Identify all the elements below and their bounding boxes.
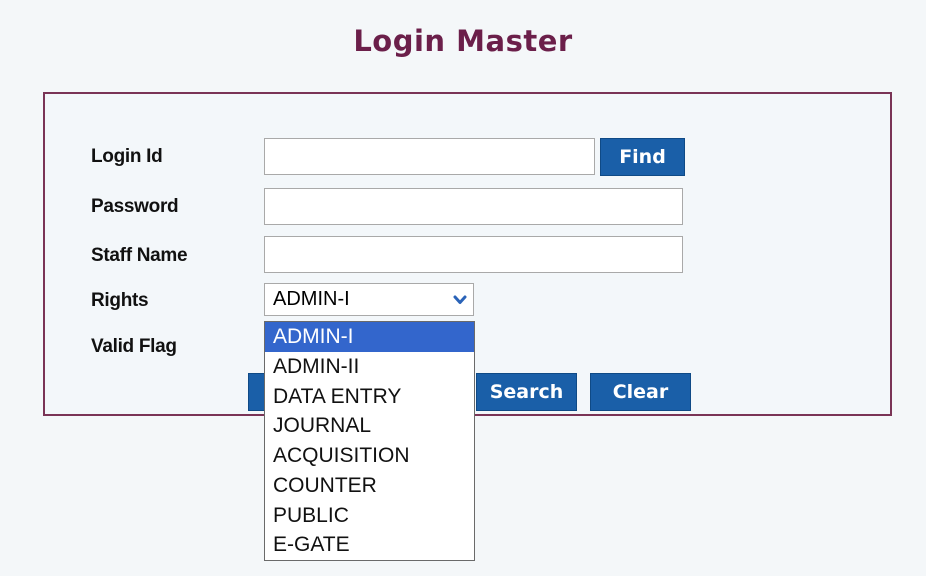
rights-selected-value: ADMIN-I [273,288,350,310]
rights-option-counter[interactable]: COUNTER [265,471,474,501]
password-input[interactable] [264,188,683,225]
rights-dropdown-list: ADMIN-I ADMIN-II DATA ENTRY JOURNAL ACQU… [264,321,475,561]
rights-select[interactable]: ADMIN-I [264,283,474,316]
password-label: Password [91,196,179,217]
rights-label: Rights [91,290,149,311]
login-id-label: Login Id [91,146,163,167]
rights-option-public[interactable]: PUBLIC [265,501,474,531]
rights-option-admin-i[interactable]: ADMIN-I [265,322,474,352]
chevron-down-icon[interactable] [453,293,467,307]
rights-option-data-entry[interactable]: DATA ENTRY [265,382,474,412]
valid-flag-label: Valid Flag [91,336,177,357]
rights-option-admin-ii[interactable]: ADMIN-II [265,352,474,382]
staff-name-label: Staff Name [91,245,188,266]
find-button[interactable]: Find [600,138,685,176]
login-id-input[interactable] [264,138,595,175]
rights-option-e-gate[interactable]: E-GATE [265,530,474,560]
search-button[interactable]: Search [476,373,577,411]
rights-option-acquisition[interactable]: ACQUISITION [265,441,474,471]
staff-name-input[interactable] [264,236,683,273]
page-title: Login Master [353,24,573,58]
rights-option-journal[interactable]: JOURNAL [265,411,474,441]
clear-button[interactable]: Clear [590,373,691,411]
